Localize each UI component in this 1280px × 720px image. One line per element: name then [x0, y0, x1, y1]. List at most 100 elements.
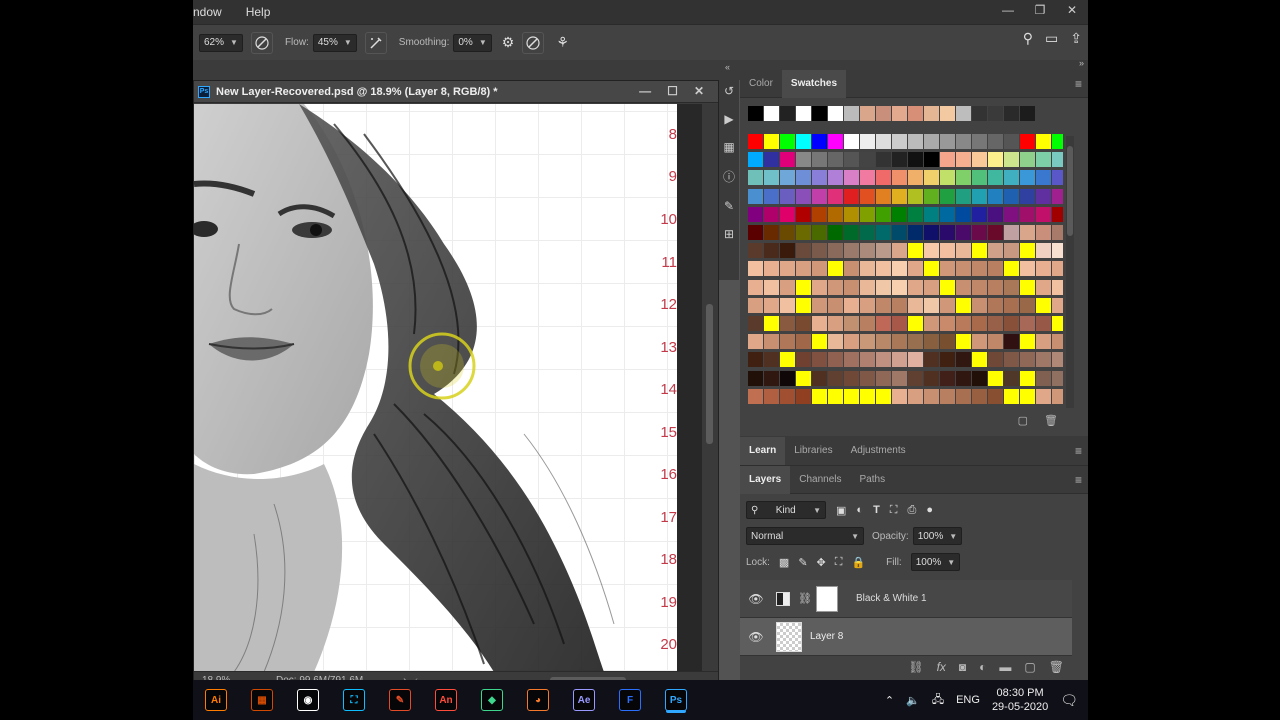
swatch[interactable]	[844, 261, 859, 277]
swatch[interactable]	[1036, 388, 1051, 404]
swatch[interactable]	[748, 352, 763, 368]
volume-icon[interactable]: 🔈	[906, 694, 920, 707]
lock-transparent-icon[interactable]: ▩	[779, 556, 789, 569]
add-mask-icon[interactable]: ◙	[959, 660, 966, 674]
swatch[interactable]	[892, 388, 907, 404]
swatch[interactable]	[1020, 134, 1035, 149]
swatch[interactable]	[1036, 315, 1051, 331]
swatch[interactable]	[1036, 170, 1051, 186]
swatch[interactable]	[1004, 315, 1019, 331]
swatch[interactable]	[748, 106, 763, 121]
swatch[interactable]	[1004, 334, 1019, 350]
swatch[interactable]	[972, 224, 987, 240]
swatch[interactable]	[812, 188, 827, 204]
swatch[interactable]	[940, 188, 955, 204]
swatch[interactable]	[1052, 134, 1063, 149]
swatch[interactable]	[1004, 206, 1019, 222]
layer-mask-thumbnail[interactable]	[815, 585, 838, 612]
swatch[interactable]	[972, 352, 987, 368]
gear-icon[interactable]: ⚙	[502, 34, 515, 51]
swatch[interactable]	[940, 106, 955, 121]
swatch[interactable]	[1004, 152, 1019, 168]
play-icon[interactable]: ▶	[724, 112, 733, 126]
swatch[interactable]	[812, 261, 827, 277]
swatch[interactable]	[844, 279, 859, 295]
swatch[interactable]	[748, 134, 763, 149]
swatch[interactable]	[780, 243, 795, 259]
swatch[interactable]	[924, 334, 939, 350]
swatch[interactable]	[860, 279, 875, 295]
filter-toggle-icon[interactable]: ●	[926, 504, 933, 516]
swatch[interactable]	[940, 206, 955, 222]
swatch[interactable]	[748, 188, 763, 204]
swatch[interactable]	[876, 261, 891, 277]
swatch[interactable]	[1004, 224, 1019, 240]
workspace-icon[interactable]: ▭	[1045, 30, 1058, 47]
chevron-up-icon[interactable]: ⌃	[885, 694, 894, 707]
history-icon[interactable]: ↺	[724, 84, 734, 98]
swatch[interactable]	[1052, 261, 1063, 277]
swatch[interactable]	[908, 352, 923, 368]
swatch[interactable]	[1004, 297, 1019, 313]
swatch[interactable]	[892, 297, 907, 313]
taskbar-app-icon[interactable]: ◕	[527, 689, 549, 711]
swatch[interactable]	[940, 243, 955, 259]
swatch[interactable]	[956, 352, 971, 368]
swatch[interactable]	[780, 170, 795, 186]
menu-item-window[interactable]: ndow	[193, 5, 230, 19]
swatch[interactable]	[1004, 279, 1019, 295]
swatch[interactable]	[1004, 188, 1019, 204]
tool-preset-icon[interactable]: ⊞	[724, 227, 734, 241]
swatch[interactable]	[972, 206, 987, 222]
swatch[interactable]	[956, 188, 971, 204]
swatch[interactable]	[988, 188, 1003, 204]
tab-channels[interactable]: Channels	[790, 466, 850, 494]
swatch[interactable]	[812, 370, 827, 386]
layer-thumbnail[interactable]	[776, 621, 802, 652]
swatch[interactable]	[1020, 297, 1035, 313]
swatch[interactable]	[892, 243, 907, 259]
swatch[interactable]	[908, 243, 923, 259]
trash-icon[interactable]: 🗑	[1044, 414, 1058, 436]
swatch[interactable]	[796, 134, 811, 149]
swatch-scroll-thumb[interactable]	[1067, 146, 1073, 236]
fill-field[interactable]: 100% ▼	[910, 553, 961, 571]
swatch[interactable]	[876, 297, 891, 313]
swatch[interactable]	[764, 134, 779, 149]
swatch[interactable]	[908, 388, 923, 404]
swatch[interactable]	[988, 106, 1003, 121]
taskbar-app-icon[interactable]: ◉	[297, 689, 319, 711]
swatch[interactable]	[956, 243, 971, 259]
swatch[interactable]	[828, 134, 843, 149]
share-icon[interactable]: ⇪	[1070, 30, 1082, 47]
swatch[interactable]	[860, 261, 875, 277]
swatch[interactable]	[860, 188, 875, 204]
taskbar-app-icon[interactable]: ✎	[389, 689, 411, 711]
swatch[interactable]	[988, 170, 1003, 186]
blend-mode-select[interactable]: Normal ▼	[746, 527, 864, 545]
swatch[interactable]	[1036, 134, 1051, 149]
swatch[interactable]	[796, 170, 811, 186]
swatch[interactable]	[1052, 334, 1063, 350]
clock[interactable]: 08:30 PM 29-05-2020	[992, 686, 1048, 714]
swatch[interactable]	[988, 315, 1003, 331]
filter-shape-icon[interactable]: ⛶	[890, 504, 898, 517]
swatch[interactable]	[1036, 152, 1051, 168]
swatch[interactable]	[924, 152, 939, 168]
menu-item-help[interactable]: Help	[230, 5, 279, 19]
notification-icon[interactable]: 🗨	[1060, 692, 1078, 709]
swatch[interactable]	[940, 297, 955, 313]
layer-name[interactable]: Layer 8	[810, 631, 843, 642]
swatch[interactable]	[972, 315, 987, 331]
swatch[interactable]	[908, 279, 923, 295]
doc-minimize-button[interactable]: —	[639, 84, 651, 98]
swatch[interactable]	[1004, 134, 1019, 149]
flow-field[interactable]: 45% ▼	[312, 33, 357, 52]
swatch[interactable]	[956, 388, 971, 404]
swatch[interactable]	[908, 188, 923, 204]
swatch[interactable]	[860, 206, 875, 222]
swatch[interactable]	[924, 224, 939, 240]
swatch[interactable]	[764, 188, 779, 204]
swatch[interactable]	[748, 170, 763, 186]
swatch[interactable]	[796, 152, 811, 168]
